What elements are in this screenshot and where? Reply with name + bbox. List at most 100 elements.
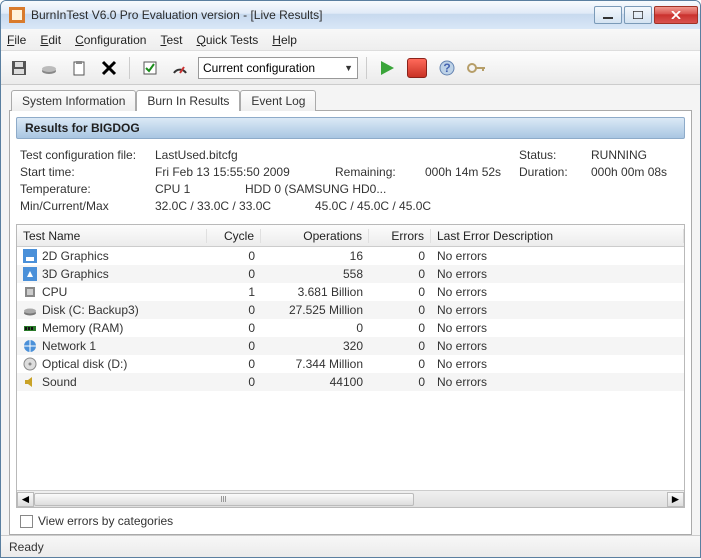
cell-errors: 0 [369, 375, 431, 389]
menu-help[interactable]: Help [272, 33, 297, 47]
col-operations[interactable]: Operations [261, 229, 369, 243]
table-row[interactable]: Network 103200No errors [17, 337, 684, 355]
view-errors-checkbox[interactable] [20, 515, 33, 528]
table-row[interactable]: 2D Graphics0160No errors [17, 247, 684, 265]
label-temp-sub: Min/Current/Max [20, 199, 155, 213]
help-icon[interactable]: ? [435, 56, 459, 80]
key-icon[interactable] [465, 56, 489, 80]
optical-icon [23, 357, 37, 371]
gauge-icon[interactable] [168, 56, 192, 80]
sound-icon [23, 375, 37, 389]
cell-cycle: 0 [207, 267, 261, 281]
content-area: System Information Burn In Results Event… [1, 85, 700, 535]
svg-text:?: ? [443, 61, 450, 75]
cell-last-error: No errors [431, 303, 684, 317]
titlebar[interactable]: BurnInTest V6.0 Pro Evaluation version -… [1, 1, 700, 29]
cell-cycle: 1 [207, 285, 261, 299]
table-row[interactable]: 3D Graphics05580No errors [17, 265, 684, 283]
value-status: RUNNING [591, 148, 681, 162]
value-cpu1-temp: 32.0C / 33.0C / 33.0C [155, 199, 315, 213]
cell-operations: 3.681 Billion [261, 285, 369, 299]
cell-errors: 0 [369, 249, 431, 263]
cell-errors: 0 [369, 285, 431, 299]
cell-last-error: No errors [431, 357, 684, 371]
cell-name: Optical disk (D:) [42, 357, 127, 371]
col-last-error[interactable]: Last Error Description [431, 229, 684, 243]
cell-name: CPU [42, 285, 67, 299]
tab-panel: Results for BIGDOG Test configuration fi… [9, 110, 692, 535]
toolbar: Current configuration ▼ ? [1, 51, 700, 85]
results-header: Results for BIGDOG [16, 117, 685, 139]
menu-test[interactable]: Test [160, 33, 182, 47]
tab-system-information[interactable]: System Information [11, 90, 136, 111]
cell-operations: 320 [261, 339, 369, 353]
cell-last-error: No errors [431, 249, 684, 263]
cell-errors: 0 [369, 339, 431, 353]
table-row[interactable]: Disk (C: Backup3)027.525 Million0No erro… [17, 301, 684, 319]
scroll-thumb[interactable] [34, 493, 414, 506]
label-duration: Duration: [519, 165, 579, 179]
cell-last-error: No errors [431, 285, 684, 299]
tab-burn-in-results[interactable]: Burn In Results [136, 90, 240, 111]
scroll-track[interactable] [34, 492, 667, 507]
cell-name: 2D Graphics [42, 249, 109, 263]
tab-event-log[interactable]: Event Log [240, 90, 316, 111]
play-button[interactable] [375, 56, 399, 80]
checklist-icon[interactable] [138, 56, 162, 80]
maximize-button[interactable] [624, 6, 652, 24]
horizontal-scrollbar[interactable]: ◄ ► [17, 490, 684, 507]
cell-cycle: 0 [207, 357, 261, 371]
minimize-button[interactable] [594, 6, 622, 24]
menu-edit[interactable]: Edit [40, 33, 61, 47]
cell-operations: 44100 [261, 375, 369, 389]
menu-quicktests[interactable]: Quick Tests [196, 33, 258, 47]
table-row[interactable]: Optical disk (D:)07.344 Million0No error… [17, 355, 684, 373]
cell-errors: 0 [369, 267, 431, 281]
menu-file[interactable]: File [7, 33, 26, 47]
cell-name: Network 1 [42, 339, 96, 353]
table-header: Test Name Cycle Operations Errors Last E… [17, 225, 684, 247]
stop-button[interactable] [405, 56, 429, 80]
label-cpu1: CPU 1 [155, 182, 245, 196]
label-start-time: Start time: [20, 165, 155, 179]
menu-configuration[interactable]: Configuration [75, 33, 146, 47]
label-remaining: Remaining: [335, 165, 425, 179]
cell-errors: 0 [369, 303, 431, 317]
cell-operations: 0 [261, 321, 369, 335]
view-errors-checkbox-row: View errors by categories [16, 508, 685, 528]
scroll-right-icon[interactable]: ► [667, 492, 684, 507]
scroll-left-icon[interactable]: ◄ [17, 492, 34, 507]
config-dropdown[interactable]: Current configuration ▼ [198, 57, 358, 79]
value-start-time: Fri Feb 13 15:55:50 2009 [155, 165, 335, 179]
value-duration: 000h 00m 08s [591, 165, 681, 179]
save-disk-icon[interactable] [37, 56, 61, 80]
statusbar: Ready [1, 535, 700, 557]
cell-last-error: No errors [431, 321, 684, 335]
cell-cycle: 0 [207, 303, 261, 317]
label-test-config: Test configuration file: [20, 148, 155, 162]
close-button[interactable] [654, 6, 698, 24]
delete-icon[interactable] [97, 56, 121, 80]
table-row[interactable]: CPU 13.681 Billion0No errors [17, 283, 684, 301]
clipboard-icon[interactable] [67, 56, 91, 80]
cell-name: Sound [42, 375, 77, 389]
label-status: Status: [519, 148, 579, 162]
network-icon [23, 339, 37, 353]
cell-operations: 27.525 Million [261, 303, 369, 317]
cell-name: Disk (C: Backup3) [42, 303, 139, 317]
results-table: Test Name Cycle Operations Errors Last E… [16, 224, 685, 508]
value-hdd-temp: 45.0C / 45.0C / 45.0C [315, 199, 431, 213]
view-errors-label: View errors by categories [38, 514, 173, 528]
menubar: File Edit Configuration Test Quick Tests… [1, 29, 700, 51]
table-row[interactable]: Sound0441000No errors [17, 373, 684, 391]
col-errors[interactable]: Errors [369, 229, 431, 243]
tabstrip: System Information Burn In Results Event… [11, 89, 692, 110]
cell-cycle: 0 [207, 339, 261, 353]
col-cycle[interactable]: Cycle [207, 229, 261, 243]
save-icon[interactable] [7, 56, 31, 80]
memory-icon [23, 321, 37, 335]
window-frame: BurnInTest V6.0 Pro Evaluation version -… [0, 0, 701, 558]
table-row[interactable]: Memory (RAM)000No errors [17, 319, 684, 337]
cell-cycle: 0 [207, 321, 261, 335]
col-test-name[interactable]: Test Name [17, 229, 207, 243]
